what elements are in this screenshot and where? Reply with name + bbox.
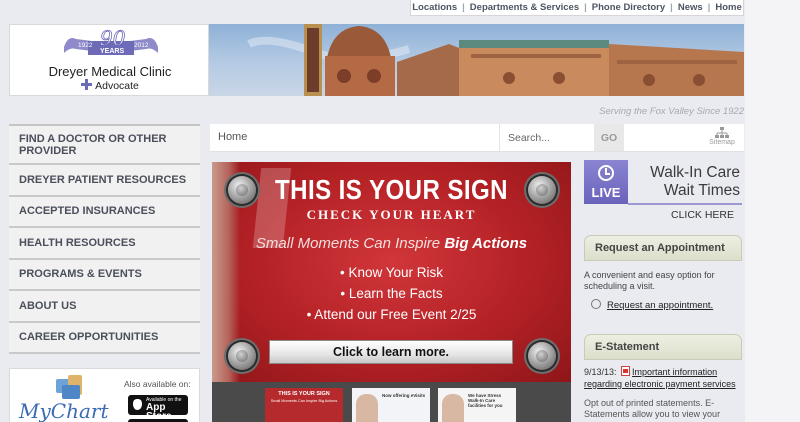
search-bar: Home GO Sitemap xyxy=(210,124,744,152)
app-store-badge[interactable]: Available on the App Store xyxy=(128,395,188,422)
hero-tagline: Small Moments Can Inspire Big Actions xyxy=(212,235,571,252)
top-nav-departments[interactable]: Departments & Services xyxy=(465,2,584,13)
estatement-news-item: 9/13/13: Important information regarding… xyxy=(584,366,744,390)
bolt-icon xyxy=(228,342,256,370)
hero-bullet: • Learn the Facts xyxy=(340,286,443,301)
appointment-panel-heading: Request an Appointment xyxy=(584,235,742,261)
mychart-brand: MyChart xyxy=(19,399,109,422)
top-nav-home[interactable]: Home xyxy=(710,2,746,13)
live-label: LIVE xyxy=(591,185,621,200)
news-date: 9/13/13: xyxy=(584,367,617,377)
appointment-bullet-icon xyxy=(591,299,601,309)
top-nav: Locations | Departments & Services | Pho… xyxy=(410,0,744,16)
thumbnail-subtitle: Small Moments Can Inspire Big Actions xyxy=(270,399,338,403)
hero-tagline-bold: Big Actions xyxy=(444,235,528,252)
estatement-description: Opt out of printed statements. E-Stateme… xyxy=(584,398,721,419)
anniversary-year-start: 1922 xyxy=(78,42,93,49)
left-nav-career-opportunities[interactable]: CAREER OPPORTUNITIES xyxy=(9,323,200,354)
left-nav: FIND A DOCTOR OR OTHER PROVIDER DREYER P… xyxy=(9,124,200,354)
top-nav-phone-directory[interactable]: Phone Directory xyxy=(587,2,670,13)
sitemap-icon xyxy=(715,127,729,138)
breadcrumb[interactable]: Home xyxy=(218,131,247,143)
anniversary-number: 90 xyxy=(100,29,126,50)
clock-icon xyxy=(598,165,614,181)
hero-subtitle: CHECK YOUR HEART xyxy=(306,207,477,222)
header-banner-photo: PARAMOUNT xyxy=(209,24,744,96)
left-nav-accepted-insurances[interactable]: ACCEPTED INSURANCES xyxy=(9,197,200,228)
sitemap-link[interactable]: Sitemap xyxy=(704,127,740,149)
left-nav-about-us[interactable]: ABOUT US xyxy=(9,291,200,323)
clinic-name: Dreyer Medical Clinic xyxy=(48,64,172,79)
pdf-icon xyxy=(621,366,631,376)
left-nav-programs-events[interactable]: PROGRAMS & EVENTS xyxy=(9,260,200,291)
thumbnail-walk-in-care[interactable]: We have Stress Walk-In Care facilities f… xyxy=(438,388,516,422)
anniversary-year-end: 2012 xyxy=(134,42,149,49)
walk-in-title: Walk-In Care Wait Times xyxy=(632,164,740,200)
advocate-cross-icon xyxy=(81,79,93,90)
walk-in-divider xyxy=(628,203,742,205)
mychart-promo[interactable]: MyChart Also available on: Available on … xyxy=(9,368,200,422)
thumbnail-person-image xyxy=(356,394,378,422)
live-badge: LIVE xyxy=(584,160,628,204)
search-go-button[interactable]: GO xyxy=(594,124,624,151)
bolt-icon xyxy=(528,342,556,370)
anniversary-word: YEARS xyxy=(100,48,124,55)
estatement-panel-heading: E-Statement xyxy=(584,334,742,360)
appointment-link-row: Request an appointment. xyxy=(591,299,743,311)
thumbnail-person-image xyxy=(442,394,464,422)
hero-bullet: • Attend our Free Event 2/25 xyxy=(306,307,477,322)
learn-more-button[interactable]: Click to learn more. xyxy=(269,340,513,364)
walk-in-wait-times-widget[interactable]: LIVE Walk-In Care Wait Times xyxy=(584,160,742,208)
apple-icon xyxy=(133,399,142,410)
hero-bullets: • Know Your Risk • Learn the Facts • Att… xyxy=(212,262,571,325)
theater-building-image: PARAMOUNT xyxy=(247,24,744,96)
hero-title: THIS IS YOUR SIGN xyxy=(274,174,508,205)
page-edge-strip xyxy=(745,0,800,422)
walk-in-title-line1: Walk-In Care xyxy=(650,164,740,181)
hero-banner[interactable]: THIS IS YOUR SIGN CHECK YOUR HEART Small… xyxy=(212,162,571,382)
search-input[interactable] xyxy=(499,124,592,151)
anniversary-badge-icon: 1922 2012 90 YEARS xyxy=(64,29,158,55)
hero-tagline-plain: Small Moments Can Inspire xyxy=(255,235,445,252)
left-nav-patient-resources[interactable]: DREYER PATIENT RESOURCES xyxy=(9,165,200,197)
walk-in-click-here-link[interactable]: CLICK HERE xyxy=(584,209,734,221)
affiliate-name: Advocate xyxy=(95,80,139,92)
left-nav-health-resources[interactable]: HEALTH RESOURCES xyxy=(9,228,200,260)
hero-bullet: • Know Your Risk xyxy=(339,265,444,280)
sitemap-label: Sitemap xyxy=(709,139,735,146)
top-nav-news[interactable]: News xyxy=(673,2,708,13)
thumbnail-heart-sign[interactable]: THIS IS YOUR SIGN Small Moments Can Insp… xyxy=(265,388,343,422)
thumbnail-title: Now offering eVisits xyxy=(382,393,426,398)
site-logo[interactable]: 1922 2012 90 YEARS Dreyer Medical Clinic… xyxy=(9,24,209,96)
appointment-description: A convenient and easy option for schedul… xyxy=(584,270,715,291)
hero-thumbnail-strip: THIS IS YOUR SIGN Small Moments Can Insp… xyxy=(212,382,571,422)
mychart-devices-icon xyxy=(56,375,82,399)
affiliate-logo: Advocate xyxy=(10,79,210,92)
request-appointment-link[interactable]: Request an appointment. xyxy=(607,300,713,311)
thumbnail-evisits[interactable]: Now offering eVisits xyxy=(352,388,430,422)
left-nav-find-a-doctor[interactable]: FIND A DOCTOR OR OTHER PROVIDER xyxy=(9,126,200,165)
walk-in-title-line2: Wait Times xyxy=(663,182,740,199)
also-available-label: Also available on: xyxy=(124,379,191,389)
top-nav-locations[interactable]: Locations xyxy=(407,2,462,13)
thumbnail-title: THIS IS YOUR SIGN xyxy=(278,391,330,397)
thumbnail-title: We have Stress Walk-In Care facilities f… xyxy=(468,393,503,408)
site-tagline: Serving the Fox Valley Since 1922 xyxy=(599,106,744,117)
